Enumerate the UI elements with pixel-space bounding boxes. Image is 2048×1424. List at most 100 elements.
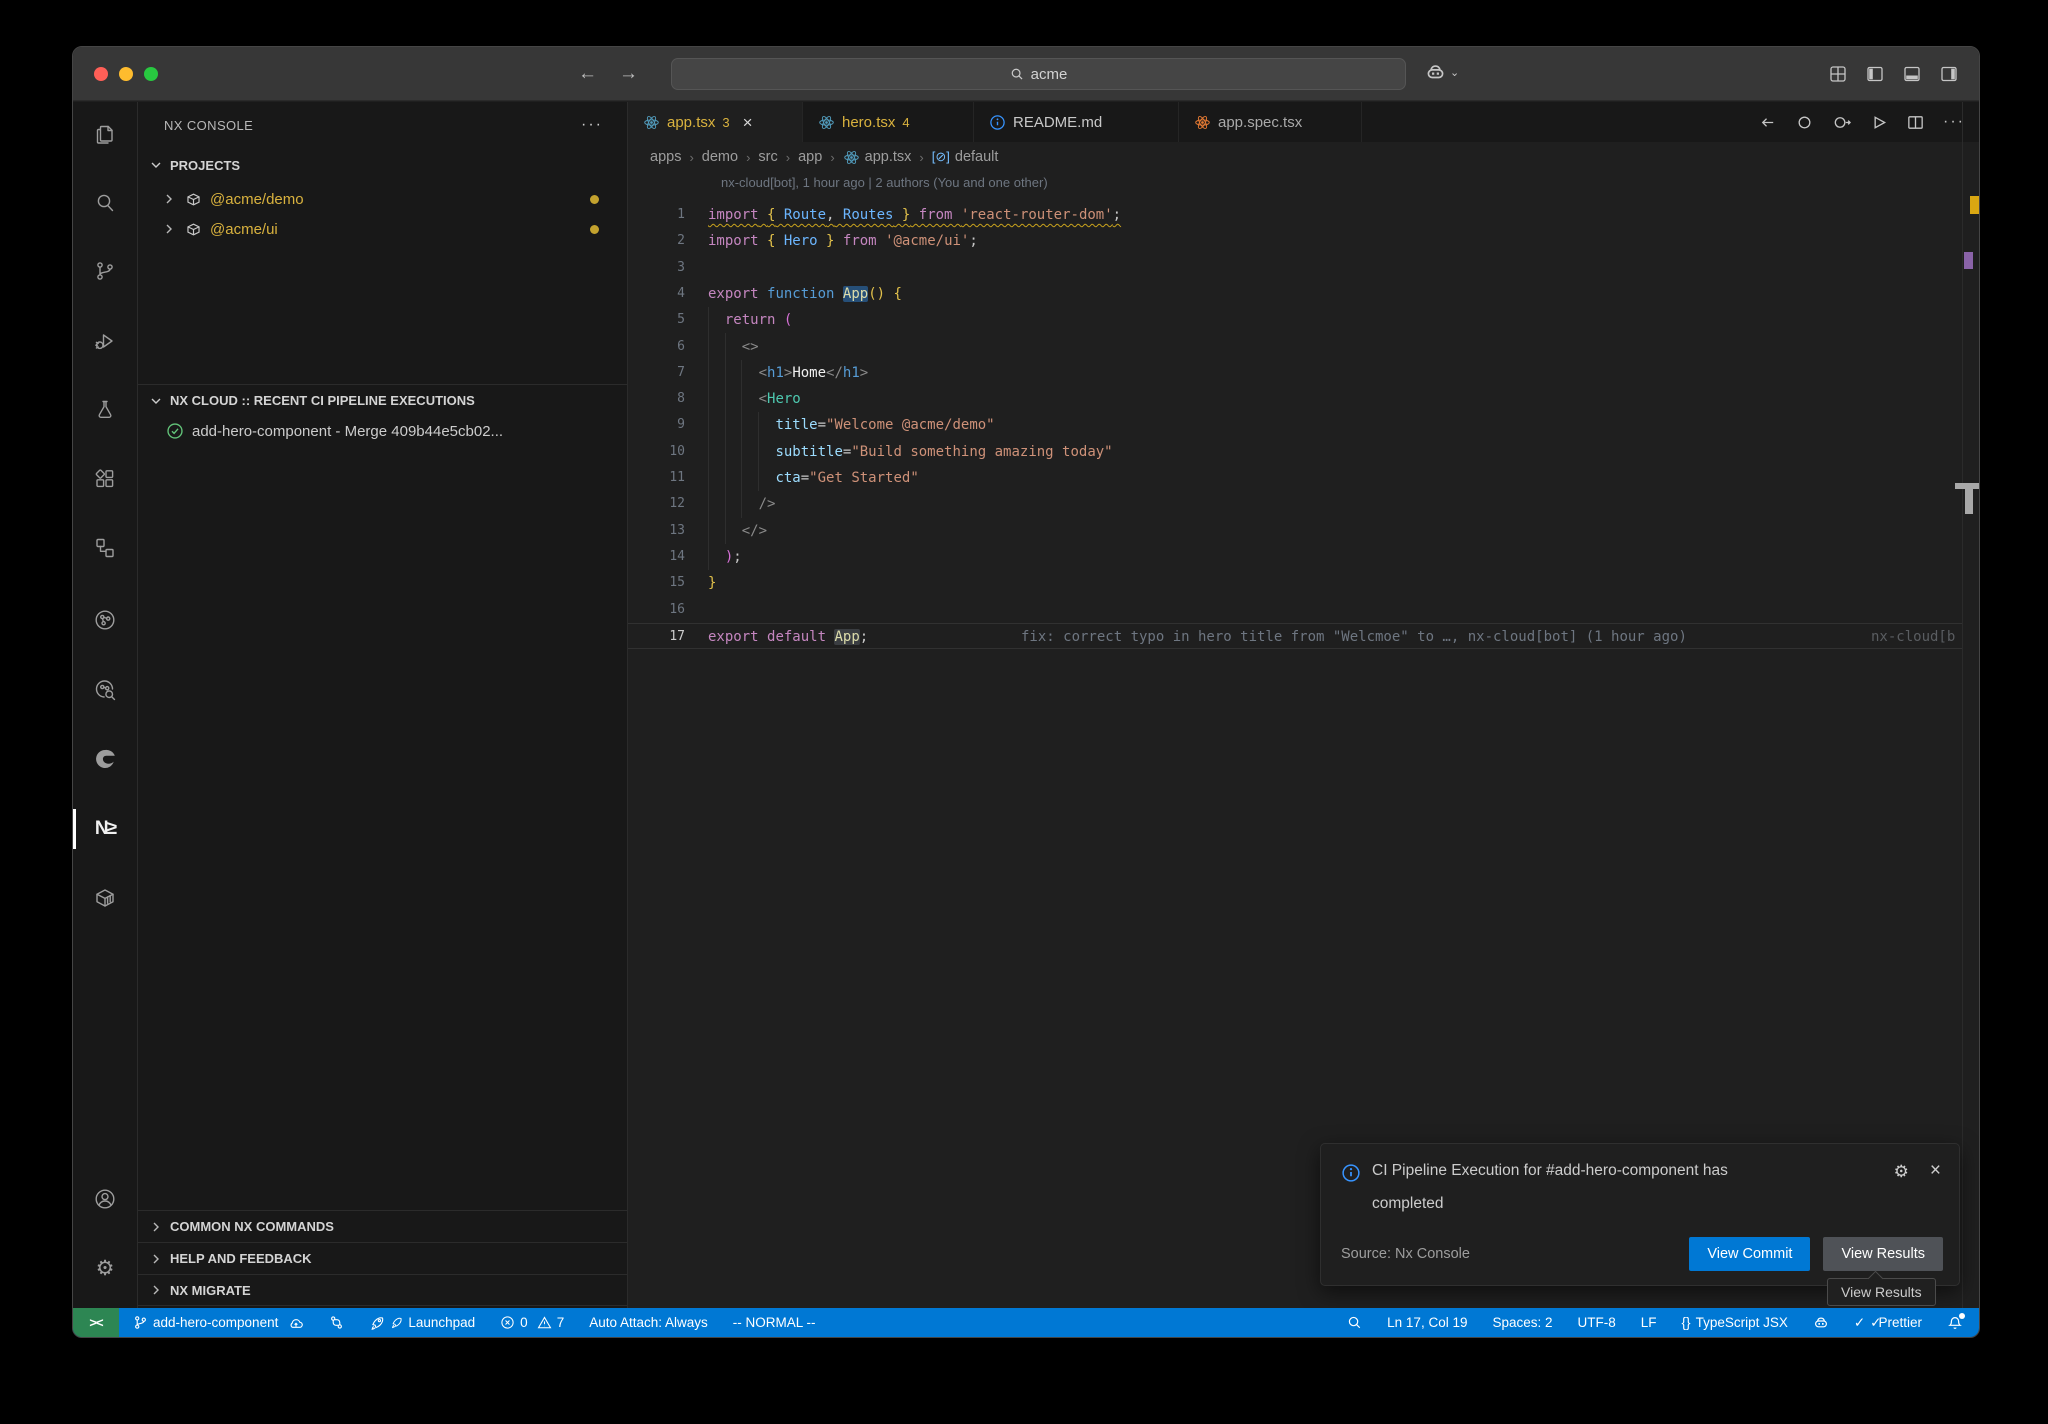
indentation-status[interactable]: Spaces: 2 xyxy=(1492,1315,1552,1330)
activity-item-nx-console[interactable]: N≥ xyxy=(82,806,128,852)
history-back-icon[interactable]: ← xyxy=(578,63,597,85)
gear-icon: ⚙ xyxy=(96,1258,115,1279)
activity-item-testing[interactable] xyxy=(82,387,128,433)
problems-status[interactable]: 0 7 xyxy=(500,1315,564,1330)
formatter-status[interactable]: ✓✓ Prettier xyxy=(1854,1315,1922,1331)
search-icon xyxy=(1010,67,1024,81)
notification-toast: CI Pipeline Execution for #add-hero-comp… xyxy=(1320,1143,1960,1286)
encoding-status[interactable]: UTF-8 xyxy=(1578,1315,1616,1330)
chevron-right-icon xyxy=(148,1251,164,1267)
collapsed-section-nx-migrate[interactable]: NX MIGRATE xyxy=(138,1274,627,1306)
line-number: 10 xyxy=(628,439,685,465)
window-controls xyxy=(94,67,158,81)
code-line-8: 8 <Hero xyxy=(628,386,1962,412)
toggle-sidebar-left-icon[interactable] xyxy=(1865,64,1885,84)
run-file-icon[interactable] xyxy=(1869,113,1888,132)
maximize-window-button[interactable] xyxy=(144,67,158,81)
project-label: @acme/ui xyxy=(210,221,278,238)
notification-close-icon[interactable]: × xyxy=(1930,1160,1941,1182)
toggle-sidebar-right-icon[interactable] xyxy=(1939,64,1959,84)
ruler-modified-marker xyxy=(1964,252,1973,269)
copilot-menu[interactable]: ⌄ xyxy=(1425,62,1459,83)
modified-dot xyxy=(590,225,599,234)
activity-item-account[interactable] xyxy=(82,1176,128,1222)
project-item[interactable]: @acme/demo xyxy=(138,184,627,214)
split-editor-icon[interactable] xyxy=(1906,113,1925,132)
outline-circle-icon[interactable] xyxy=(1795,113,1814,132)
activity-item-settings[interactable]: ⚙ xyxy=(82,1245,128,1291)
copilot-icon xyxy=(1813,1315,1829,1331)
run-to-icon[interactable] xyxy=(1832,113,1851,132)
cursor-position-status[interactable]: Ln 17, Col 19 xyxy=(1387,1315,1467,1330)
project-item[interactable]: @acme/ui xyxy=(138,214,627,244)
copilot-icon xyxy=(1425,62,1446,83)
line-number: 4 xyxy=(628,281,685,307)
titlebar: ← → acme ⌄ xyxy=(73,47,1979,101)
auto-attach-status[interactable]: Auto Attach: Always xyxy=(589,1315,708,1330)
section-projects[interactable]: PROJECTS xyxy=(138,150,627,180)
project-label: @acme/demo xyxy=(210,191,304,208)
activity-item-source-control[interactable] xyxy=(82,248,128,294)
toggle-panel-bottom-icon[interactable] xyxy=(1902,64,1922,84)
eol-status[interactable]: LF xyxy=(1641,1315,1657,1330)
close-window-button[interactable] xyxy=(94,67,108,81)
activity-item-run-and-debug[interactable] xyxy=(82,318,128,364)
vscode-window: ← → acme ⌄ N≥⚙ NX CONSOLE ··· PROJ xyxy=(72,46,1980,1338)
chevron-down-icon xyxy=(148,393,164,409)
activity-bar: N≥ ⚙ xyxy=(73,102,138,1308)
more-actions-icon[interactable]: ··· xyxy=(1943,113,1965,131)
line-number: 13 xyxy=(628,518,685,544)
minimize-window-button[interactable] xyxy=(119,67,133,81)
sidebar-title: NX CONSOLE xyxy=(164,118,253,133)
activity-item-nx-project-graph[interactable] xyxy=(82,597,128,643)
section-label: HELP AND FEEDBACK xyxy=(170,1251,312,1266)
inline-git-blame: fix: correct typo in hero title from "We… xyxy=(1021,624,1687,650)
line-number: 9 xyxy=(628,412,685,438)
warnings-icon xyxy=(537,1315,552,1330)
view-commit-button[interactable]: View Commit xyxy=(1689,1237,1810,1271)
go-back-icon[interactable] xyxy=(1758,113,1777,132)
activity-item-search[interactable] xyxy=(82,179,128,225)
vim-mode-status[interactable]: -- NORMAL -- xyxy=(733,1315,816,1330)
activity-item-hierarchy[interactable] xyxy=(82,525,128,571)
notifications-bell[interactable] xyxy=(1947,1315,1963,1331)
remote-indicator[interactable]: >< xyxy=(73,1308,119,1337)
notification-dot xyxy=(1959,1313,1965,1319)
collapsed-section-help-and-feedback[interactable]: HELP AND FEEDBACK xyxy=(138,1242,627,1274)
sidebar-nx-console: NX CONSOLE ··· PROJECTS @acme/demo @acme/… xyxy=(138,102,628,1308)
activity-item-explorer[interactable] xyxy=(82,110,128,156)
code-line-12: 12 /> xyxy=(628,491,1962,517)
activity-item-edge-browser[interactable] xyxy=(82,736,128,782)
search-value: acme xyxy=(1031,66,1068,83)
chevron-right-icon xyxy=(148,1219,164,1235)
command-center-search[interactable]: acme xyxy=(671,58,1406,90)
branch-compare-status[interactable] xyxy=(329,1315,344,1330)
ruler-warning-marker xyxy=(1970,196,1979,214)
activity-item-extensions[interactable] xyxy=(82,456,128,502)
activity-item-nx-graph-search[interactable] xyxy=(82,667,128,713)
package-icon xyxy=(185,221,202,238)
more-actions-icon[interactable]: ··· xyxy=(581,116,603,134)
collapsed-section-common-nx-commands[interactable]: COMMON NX COMMANDS xyxy=(138,1210,627,1242)
copilot-status[interactable] xyxy=(1813,1315,1829,1331)
view-results-button[interactable]: View Results xyxy=(1823,1237,1943,1271)
notification-settings-icon[interactable]: ⚙ xyxy=(1894,1163,1909,1180)
history-forward-icon[interactable]: → xyxy=(619,63,638,85)
code-line-9: 9 title="Welcome @acme/demo" xyxy=(628,412,1962,438)
section-nx-cloud[interactable]: NX CLOUD :: RECENT CI PIPELINE EXECUTION… xyxy=(138,384,627,416)
editor-group: app.tsx3×hero.tsx4README.mdapp.spec.tsx … xyxy=(628,102,1979,1308)
section-label: PROJECTS xyxy=(170,158,240,173)
zoom-indicator[interactable] xyxy=(1347,1315,1362,1330)
language-status[interactable]: {}TypeScript JSX xyxy=(1682,1315,1788,1330)
launchpad-status[interactable]: Launchpad xyxy=(369,1315,475,1331)
activity-item-containers[interactable] xyxy=(82,875,128,921)
cloud-sync-icon xyxy=(288,1315,304,1331)
blame-overflow: nx-cloud[b xyxy=(1871,624,1963,650)
pipeline-execution-item[interactable]: add-hero-component - Merge 409b44e5cb02.… xyxy=(138,416,627,446)
lightbulb-icon[interactable] xyxy=(708,603,721,616)
overview-ruler[interactable] xyxy=(1962,102,1979,1308)
customize-layout-icon[interactable] xyxy=(1828,64,1848,84)
line-number: 8 xyxy=(628,386,685,412)
git-branch-status[interactable]: add-hero-component xyxy=(133,1315,304,1331)
code-area[interactable]: 1import { Route, Routes } from 'react-ro… xyxy=(628,102,1979,1308)
